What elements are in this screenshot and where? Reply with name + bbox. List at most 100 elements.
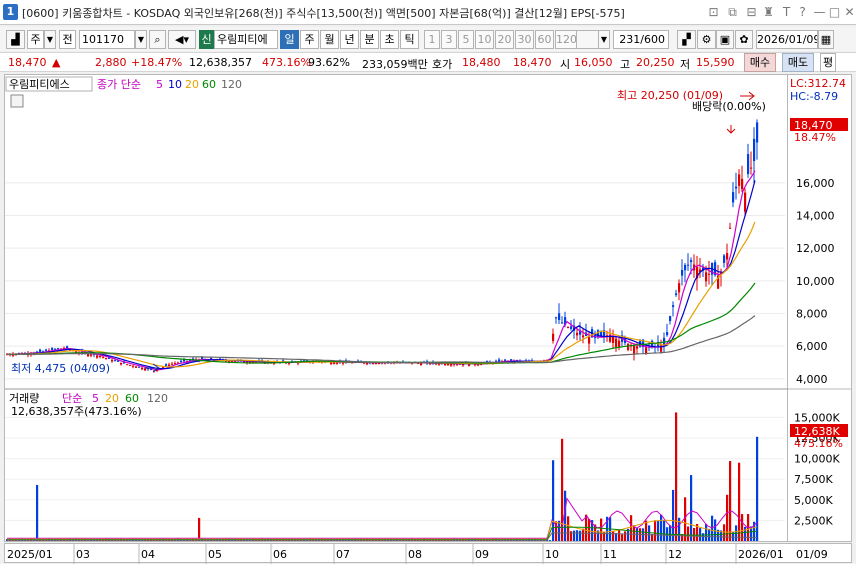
ask-price-1: 18,480 xyxy=(462,56,501,69)
volume-bar xyxy=(660,514,663,541)
ma5-label: 5 xyxy=(156,78,163,91)
candle-body xyxy=(135,366,138,368)
window-number-icon[interactable]: 1 xyxy=(3,4,18,20)
sell-button[interactable]: 매도 xyxy=(782,53,814,72)
interval-60[interactable]: 60 xyxy=(535,30,554,49)
candle-body xyxy=(567,326,570,328)
buy-button[interactable]: 매수 xyxy=(744,53,776,72)
interval-20[interactable]: 20 xyxy=(495,30,514,49)
timeframe-3[interactable]: 월 xyxy=(320,30,339,49)
date-axis[interactable]: 2025/01 03 04 05 06 07 08 09 10 11 12 2026/01 01/09 xyxy=(4,543,852,564)
volume-bar xyxy=(654,520,657,541)
maximize-icon[interactable]: □ xyxy=(827,4,842,20)
stock-code-input[interactable]: 101170 xyxy=(79,30,135,49)
indicator-icon[interactable]: ▞ xyxy=(677,30,696,49)
config-icon[interactable]: ⚙ xyxy=(697,30,716,49)
settings-icon[interactable]: ✿ xyxy=(735,30,753,49)
axis-canvas: LC:312.74 HC:-8.79 4,000 6,000 8,000 10,000… xyxy=(788,77,852,527)
candle-body xyxy=(669,316,672,322)
open-label: 시 xyxy=(560,58,571,71)
ma10-label: 10 xyxy=(168,78,182,91)
quote-bar: 18,470 ▲ 2,880 +18.47% 12,638,357 473.16… xyxy=(0,52,856,72)
interval-30[interactable]: 30 xyxy=(515,30,534,49)
volume-bar xyxy=(672,489,675,541)
interval-3[interactable]: 3 xyxy=(441,30,457,49)
price-tick-label: 4,000 xyxy=(796,373,828,386)
search-icon[interactable]: ⌕ xyxy=(149,30,166,49)
date-tick-label: 11 xyxy=(603,548,617,561)
candle-body xyxy=(690,260,693,263)
date-tick-label: 06 xyxy=(273,548,287,561)
volume-pct-text: 473.16% xyxy=(794,437,843,450)
price-tick-label: 12,000 xyxy=(796,242,835,255)
candle-body xyxy=(756,122,759,143)
interval-10[interactable]: 10 xyxy=(475,30,494,49)
candle-body xyxy=(114,360,117,362)
interval-5[interactable]: 5 xyxy=(458,30,474,49)
price-tick-label: 10,000 xyxy=(796,275,835,288)
candle-body xyxy=(741,178,744,190)
eval-button[interactable]: 평 xyxy=(820,53,836,72)
restore-icon[interactable]: ⧉ xyxy=(725,4,740,20)
help-icon[interactable]: ? xyxy=(795,4,810,20)
lock-icon[interactable]: ♜ xyxy=(761,4,776,20)
vma20-label: 20 xyxy=(105,392,119,405)
low-label: 저 xyxy=(680,58,691,71)
candle-body xyxy=(138,366,141,368)
all-button[interactable]: 전 xyxy=(59,30,76,49)
rotation-rate: 93.62% xyxy=(308,56,350,69)
date-input[interactable]: 2026/01/09 xyxy=(756,30,818,49)
code-dropdown-icon[interactable]: ▼ xyxy=(135,30,147,49)
grid-toggle-icon[interactable] xyxy=(10,94,24,108)
calendar-icon[interactable]: ▦ xyxy=(818,30,834,49)
dividend-marker-icon xyxy=(726,125,736,134)
data-count-field[interactable]: 231/600 xyxy=(613,30,669,49)
volume-legend-name: 거래량 xyxy=(9,392,39,405)
chart-area[interactable]: 우림피티에스 종가 단순 5 10 20 60 120 최고 20,250 (0… xyxy=(4,74,789,543)
vma20-line xyxy=(7,519,758,540)
timeframe-4[interactable]: 년 xyxy=(340,30,359,49)
timeframe-6[interactable]: 초 xyxy=(380,30,399,49)
date-tick-label: 08 xyxy=(408,548,422,561)
save-icon[interactable]: ▣ xyxy=(716,30,734,49)
candle-body xyxy=(495,360,498,362)
minimize-icon[interactable]: — xyxy=(812,4,827,20)
candle-body xyxy=(687,264,690,266)
candle-body xyxy=(612,336,615,343)
volume-bar xyxy=(738,462,741,541)
timeframe-5[interactable]: 분 xyxy=(360,30,379,49)
volume-bar xyxy=(558,520,561,541)
candle-body xyxy=(735,186,738,189)
link-icon[interactable]: ⊡ xyxy=(706,4,721,20)
font-icon[interactable]: T xyxy=(779,4,794,20)
volume-bar xyxy=(693,527,696,541)
date-tick-label: 2026/01 xyxy=(738,548,784,561)
period-select[interactable]: 주 xyxy=(27,30,44,49)
price-axis[interactable]: LC:312.74 HC:-8.79 4,000 6,000 8,000 10,000… xyxy=(788,74,852,542)
chart-type-icon[interactable]: ▟ xyxy=(6,30,25,49)
price-tick-label: 16,000 xyxy=(796,177,835,190)
volume-bar xyxy=(723,524,726,541)
count-dropdown-icon[interactable]: ▼ xyxy=(598,30,610,49)
candle-body xyxy=(168,364,171,367)
timeframe-2[interactable]: 주 xyxy=(300,30,319,49)
volume-legend-ma: 단순 xyxy=(62,392,82,405)
candle-body xyxy=(102,356,105,358)
close-icon[interactable]: ✕ xyxy=(842,4,856,20)
volume-bar xyxy=(549,540,552,541)
volume-tick-label: 5,000K xyxy=(794,494,833,507)
interval-1[interactable]: 1 xyxy=(424,30,440,49)
chart-canvas[interactable]: 우림피티에스 종가 단순 5 10 20 60 120 최고 20,250 (0… xyxy=(5,75,789,543)
sound-icon[interactable]: ◀▾ xyxy=(168,30,196,49)
interval-120[interactable]: 120 xyxy=(555,30,577,49)
volume-bar xyxy=(648,525,651,541)
price-tick-label: 14,000 xyxy=(796,210,835,223)
candle-body xyxy=(111,359,114,362)
vma5-label: 5 xyxy=(92,392,99,405)
timeframe-7[interactable]: 틱 xyxy=(400,30,419,49)
volume-bar xyxy=(582,528,585,541)
timeframe-1[interactable]: 일 xyxy=(280,30,299,49)
minimize-tool-icon[interactable]: ⊟ xyxy=(744,4,759,20)
candle-body xyxy=(162,367,165,369)
period-dropdown-icon[interactable]: ▼ xyxy=(44,30,56,49)
